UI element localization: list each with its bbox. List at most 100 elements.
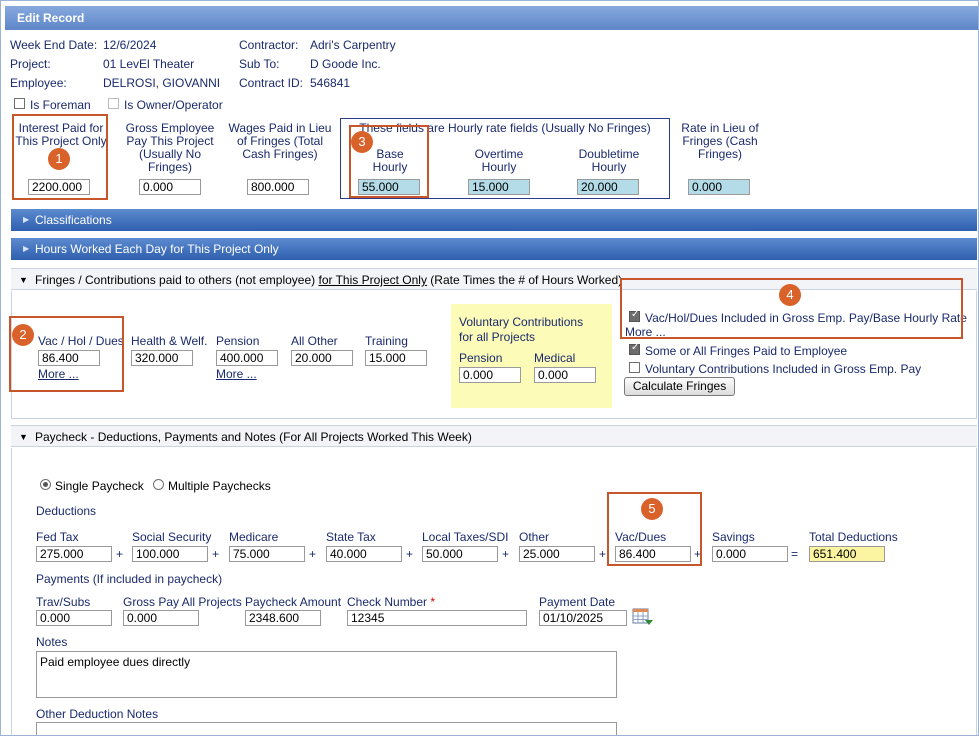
employee-value: DELROSI, GIOVANNI xyxy=(103,76,221,90)
contract-id-label: Contract ID: xyxy=(239,76,304,90)
some-fringes-label: Some or All Fringes Paid to Employee xyxy=(645,344,848,358)
other-deduction-notes-textarea[interactable] xyxy=(36,722,617,735)
trav-subs-input[interactable] xyxy=(36,610,112,626)
check-number-input[interactable] xyxy=(347,610,527,626)
edit-record-panel: Edit Record Week End Date: 12/6/2024 Pro… xyxy=(0,0,979,736)
annotation-badge-3: 3 xyxy=(351,131,373,153)
training-input[interactable] xyxy=(365,350,427,366)
payment-date-label: Payment Date xyxy=(539,595,616,609)
other-deduction-notes-label: Other Deduction Notes xyxy=(36,707,159,721)
gross-all-projects-label: Gross Pay All Projects xyxy=(123,595,242,609)
fed-tax-input[interactable] xyxy=(36,546,112,562)
plus-sign: + xyxy=(309,547,317,561)
some-fringes-checkbox[interactable] xyxy=(629,342,640,355)
gross-pay-input[interactable] xyxy=(139,179,201,195)
annotation-badge-1: 1 xyxy=(48,148,70,170)
week-end-value: 12/6/2024 xyxy=(103,38,157,52)
vol-medical-label: Medical xyxy=(534,351,576,365)
medicare-input[interactable] xyxy=(229,546,305,562)
savings-input[interactable] xyxy=(712,546,788,562)
overtime-hourly-header: Overtime Hourly xyxy=(474,147,524,174)
multiple-paychecks-radio[interactable] xyxy=(153,479,164,490)
other-deduction-label: Other xyxy=(519,530,550,544)
pension-more-link[interactable]: More ... xyxy=(216,367,257,381)
overtime-hourly-input[interactable] xyxy=(468,179,530,195)
rate-lieu-header: Rate in Lieu of Fringes (Cash Fringes) xyxy=(681,121,759,161)
plus-sign: + xyxy=(116,547,124,561)
contract-id-value: 546841 xyxy=(310,76,351,90)
plus-sign: + xyxy=(212,547,220,561)
doubletime-hourly-input[interactable] xyxy=(577,179,639,195)
vol-pension-label: Pension xyxy=(459,351,503,365)
pension-label: Pension xyxy=(216,334,260,348)
total-deductions-input[interactable] xyxy=(809,546,885,562)
wages-lieu-input[interactable] xyxy=(247,179,309,195)
notes-textarea[interactable]: Paid employee dues directly xyxy=(36,651,617,698)
expand-icon: ▶ xyxy=(23,244,30,253)
paycheck-amount-label: Paycheck Amount xyxy=(245,595,342,609)
health-welf-label: Health & Welf. xyxy=(131,334,208,348)
total-deductions-label: Total Deductions xyxy=(809,530,898,544)
health-welf-input[interactable] xyxy=(131,350,193,366)
expand-icon: ▶ xyxy=(23,215,30,224)
calculate-fringes-button[interactable]: Calculate Fringes xyxy=(624,377,735,396)
check-number-label: Check Number * xyxy=(347,595,436,609)
state-tax-input[interactable] xyxy=(326,546,402,562)
doubletime-hourly-header: Doubletime Hourly xyxy=(578,147,640,174)
gross-pay-header: Gross Employee Pay This Project (Usually … xyxy=(125,121,215,174)
notes-label: Notes xyxy=(36,635,68,649)
annotation-badge-2: 2 xyxy=(12,324,34,346)
is-owner-label: Is Owner/Operator xyxy=(124,98,223,112)
is-owner-checkbox[interactable] xyxy=(108,98,119,109)
contractor-label: Contractor: xyxy=(239,38,299,52)
plus-sign: + xyxy=(599,547,607,561)
project-value: 01 LevEl Theater xyxy=(103,57,195,71)
all-other-input[interactable] xyxy=(291,350,353,366)
deductions-label: Deductions xyxy=(36,504,97,518)
all-other-label: All Other xyxy=(291,334,338,348)
fed-tax-label: Fed Tax xyxy=(36,530,79,544)
vol-medical-input[interactable] xyxy=(534,367,596,383)
training-label: Training xyxy=(365,334,408,348)
annotation-badge-4: 4 xyxy=(779,284,801,306)
collapse-icon: ▼ xyxy=(19,432,28,442)
medicare-label: Medicare xyxy=(229,530,279,544)
section-classifications[interactable]: ▶ Classifications xyxy=(11,209,977,231)
panel-title: Edit Record xyxy=(5,6,978,30)
gross-all-projects-input[interactable] xyxy=(123,610,199,626)
state-tax-label: State Tax xyxy=(326,530,376,544)
collapse-icon: ▼ xyxy=(19,275,28,285)
single-paycheck-radio[interactable] xyxy=(40,479,51,490)
employee-label: Employee: xyxy=(10,76,67,90)
vol-included-label: Voluntary Contributions Included in Gros… xyxy=(645,362,922,376)
plus-sign: + xyxy=(406,547,414,561)
local-taxes-input[interactable] xyxy=(422,546,498,562)
equals-sign: = xyxy=(791,547,799,561)
subto-label: Sub To: xyxy=(239,57,280,71)
vol-included-checkbox[interactable] xyxy=(629,362,640,373)
section-hours-worked[interactable]: ▶ Hours Worked Each Day for This Project… xyxy=(11,238,977,260)
week-end-label: Week End Date: xyxy=(10,38,98,52)
is-foreman-label: Is Foreman xyxy=(30,98,91,112)
plus-sign: + xyxy=(502,547,510,561)
local-taxes-label: Local Taxes/SDI xyxy=(422,530,509,544)
project-label: Project: xyxy=(10,57,51,71)
calendar-icon[interactable] xyxy=(632,607,654,627)
payment-date-input[interactable] xyxy=(539,610,627,626)
trav-subs-label: Trav/Subs xyxy=(36,595,91,609)
voluntary-header: Voluntary Contributions for all Projects xyxy=(459,315,584,344)
subto-value: D Goode Inc. xyxy=(310,57,381,71)
rate-lieu-input[interactable] xyxy=(688,179,750,195)
is-foreman-checkbox[interactable] xyxy=(14,98,25,109)
paycheck-amount-input[interactable] xyxy=(245,610,321,626)
contractor-value: Adri's Carpentry xyxy=(310,38,396,52)
social-security-input[interactable] xyxy=(132,546,208,562)
other-deduction-input[interactable] xyxy=(519,546,595,562)
vol-pension-input[interactable] xyxy=(459,367,521,383)
single-paycheck-label: Single Paycheck xyxy=(55,479,144,493)
section-paycheck[interactable]: ▼ Paycheck - Deductions, Payments and No… xyxy=(11,425,977,447)
pension-input[interactable] xyxy=(216,350,278,366)
wages-lieu-header: Wages Paid in Lieu of Fringes (Total Cash … xyxy=(228,121,332,161)
multiple-paychecks-label: Multiple Paychecks xyxy=(168,479,271,493)
savings-label: Savings xyxy=(712,530,755,544)
